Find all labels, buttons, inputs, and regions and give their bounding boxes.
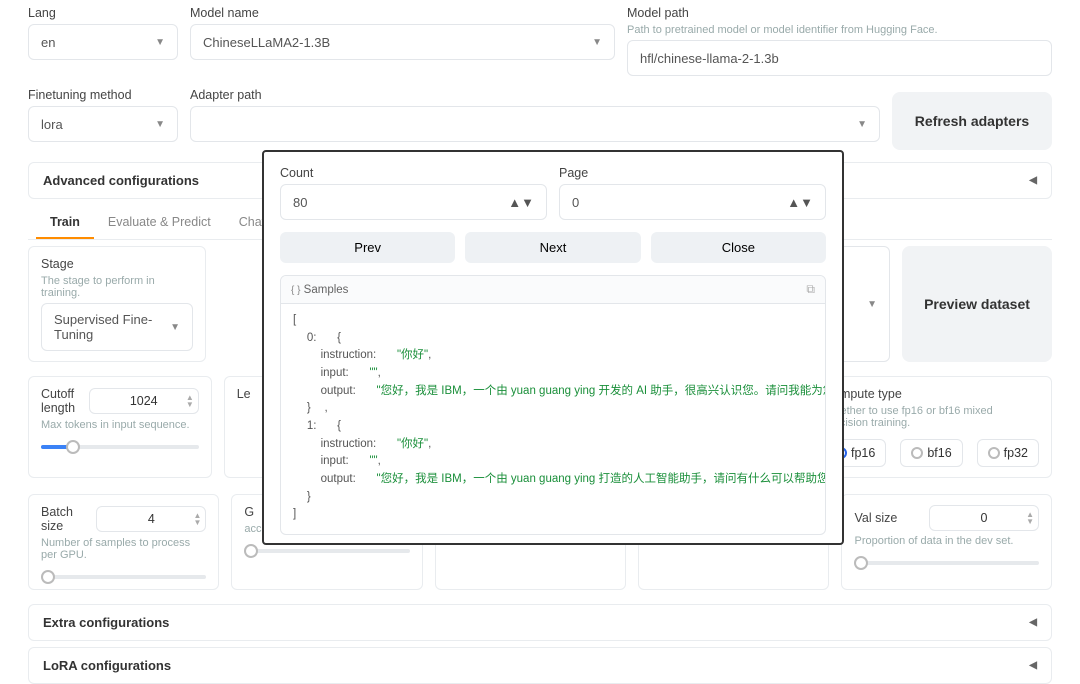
samples-code: [ 0: { instruction: "你好", input: "", out… xyxy=(281,304,825,534)
stepper-icon[interactable]: ▲▼ xyxy=(787,195,813,210)
lang-label: Lang xyxy=(28,6,178,20)
cutoff-input[interactable]: 1024 ▲▼ xyxy=(89,388,199,414)
model-path-label: Model path xyxy=(627,6,1052,20)
cutoff-value: 1024 xyxy=(130,394,158,408)
ft-method-select[interactable]: lora ▼ xyxy=(28,106,178,142)
model-path-value: hfl/chinese-llama-2-1.3b xyxy=(640,51,779,66)
refresh-adapters-button[interactable]: Refresh adapters xyxy=(892,92,1052,150)
stepper-icon[interactable]: ▲▼ xyxy=(186,394,194,408)
lang-value: en xyxy=(41,35,55,50)
cutoff-slider[interactable] xyxy=(41,445,199,449)
grad-slider[interactable] xyxy=(244,549,409,553)
val-size-input[interactable]: 0 ▲▼ xyxy=(929,505,1039,531)
model-name-select[interactable]: ChineseLLaMA2-1.3B ▼ xyxy=(190,24,615,60)
advanced-config-title: Advanced configurations xyxy=(43,173,199,188)
batch-size-value: 4 xyxy=(148,512,155,526)
lora-config-title: LoRA configurations xyxy=(43,658,171,673)
compute-type-label: Compute type xyxy=(824,387,1039,401)
batch-size-hint: Number of samples to process per GPU. xyxy=(41,537,206,561)
braces-icon: { } xyxy=(291,285,300,296)
stepper-icon[interactable]: ▲▼ xyxy=(508,195,534,210)
prev-button[interactable]: Prev xyxy=(280,232,455,263)
model-path-input[interactable]: hfl/chinese-llama-2-1.3b xyxy=(627,40,1052,76)
ft-method-value: lora xyxy=(41,117,63,132)
close-button[interactable]: Close xyxy=(651,232,826,263)
next-button[interactable]: Next xyxy=(465,232,640,263)
batch-size-input[interactable]: 4 ▲▼ xyxy=(96,506,206,532)
compute-type-hint: Whether to use fp16 or bf16 mixed precis… xyxy=(824,405,1039,429)
model-name-label: Model name xyxy=(190,6,615,20)
batch-size-label: Batch size xyxy=(41,505,88,533)
radio-fp32[interactable]: fp32 xyxy=(977,439,1039,467)
page-value: 0 xyxy=(572,195,579,210)
stage-select[interactable]: Supervised Fine-Tuning ▼ xyxy=(41,303,193,351)
copy-icon[interactable]: ⧉ xyxy=(806,282,815,297)
ft-method-label: Finetuning method xyxy=(28,88,178,102)
collapse-icon: ◀ xyxy=(1029,617,1037,628)
model-name-value: ChineseLLaMA2-1.3B xyxy=(203,35,330,50)
radio-bf16-label: bf16 xyxy=(927,446,951,460)
collapse-icon: ◀ xyxy=(1029,660,1037,671)
model-path-hint: Path to pretrained model or model identi… xyxy=(627,24,1052,36)
chevron-down-icon: ▼ xyxy=(592,37,602,48)
collapse-icon: ◀ xyxy=(1029,175,1037,186)
chevron-down-icon: ▼ xyxy=(170,322,180,333)
stepper-icon[interactable]: ▲▼ xyxy=(1026,511,1034,525)
val-size-label: Val size xyxy=(854,511,897,525)
stepper-icon[interactable]: ▲▼ xyxy=(193,512,201,526)
stage-value: Supervised Fine-Tuning xyxy=(54,312,170,342)
lora-config-panel[interactable]: LoRA configurations ◀ xyxy=(28,647,1052,684)
batch-size-slider[interactable] xyxy=(41,575,206,579)
page-label: Page xyxy=(559,166,826,180)
stage-hint: The stage to perform in training. xyxy=(41,275,193,299)
extra-config-title: Extra configurations xyxy=(43,615,169,630)
chevron-down-icon: ▼ xyxy=(155,37,165,48)
chevron-down-icon: ▼ xyxy=(857,119,867,130)
samples-label: Samples xyxy=(304,284,349,296)
val-size-hint: Proportion of data in the dev set. xyxy=(854,535,1039,547)
lang-select[interactable]: en ▼ xyxy=(28,24,178,60)
samples-box: { } Samples ⧉ [ 0: { instruction: "你好", … xyxy=(280,275,826,535)
chevron-down-icon: ▼ xyxy=(155,119,165,130)
adapter-path-label: Adapter path xyxy=(190,88,880,102)
radio-fp16-label: fp16 xyxy=(851,446,875,460)
count-label: Count xyxy=(280,166,547,180)
count-input[interactable]: 80 ▲▼ xyxy=(280,184,547,220)
radio-fp32-label: fp32 xyxy=(1004,446,1028,460)
cutoff-label: Cutoff length xyxy=(41,387,81,415)
tab-train[interactable]: Train xyxy=(36,207,94,239)
count-value: 80 xyxy=(293,195,307,210)
radio-dot-icon xyxy=(911,447,923,459)
page-input[interactable]: 0 ▲▼ xyxy=(559,184,826,220)
tab-evaluate[interactable]: Evaluate & Predict xyxy=(94,207,225,239)
radio-bf16[interactable]: bf16 xyxy=(900,439,962,467)
preview-dataset-button[interactable]: Preview dataset xyxy=(902,246,1052,362)
cutoff-hint: Max tokens in input sequence. xyxy=(41,419,199,431)
preview-dataset-modal: Count 80 ▲▼ Page 0 ▲▼ Prev Next Close { … xyxy=(262,150,844,545)
radio-dot-icon xyxy=(988,447,1000,459)
extra-config-panel[interactable]: Extra configurations ◀ xyxy=(28,604,1052,641)
adapter-path-select[interactable]: ▼ xyxy=(190,106,880,142)
stage-label: Stage xyxy=(41,257,193,271)
chevron-down-icon: ▼ xyxy=(867,299,877,310)
val-size-value: 0 xyxy=(981,511,988,525)
val-size-slider[interactable] xyxy=(854,561,1039,565)
